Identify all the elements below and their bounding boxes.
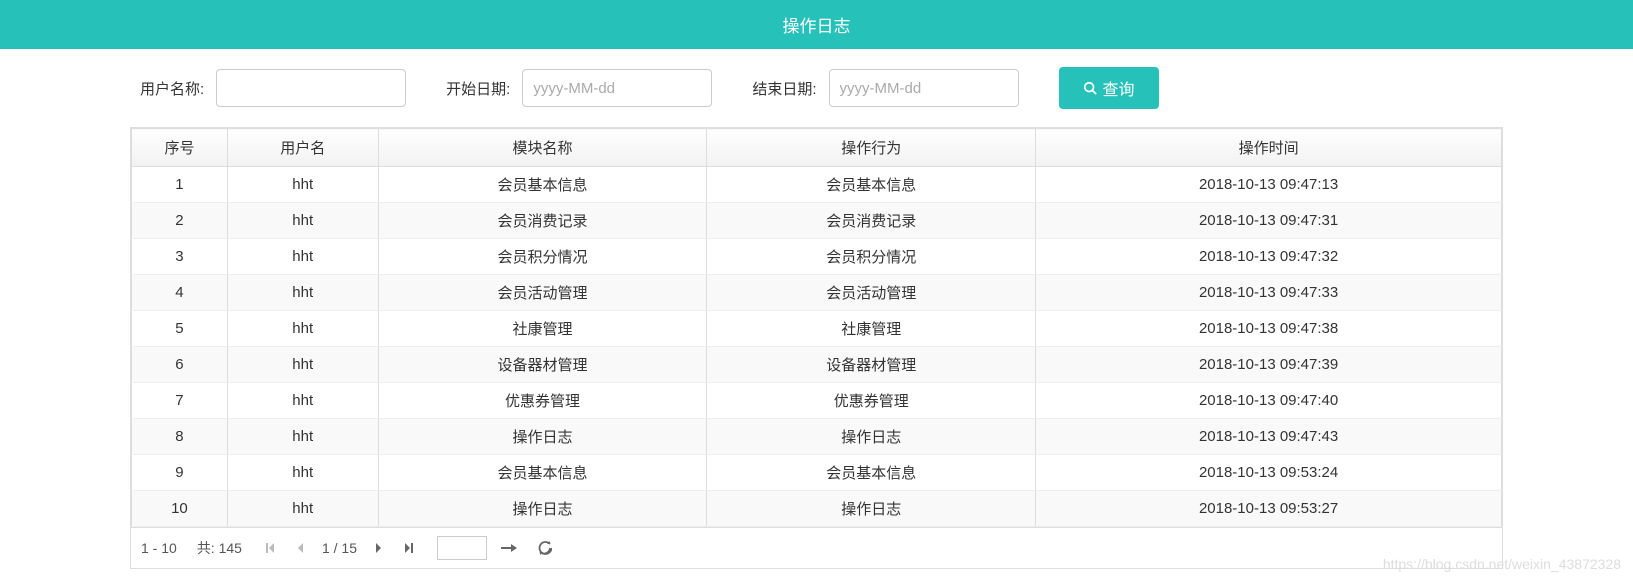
table-row: 1hht会员基本信息会员基本信息2018-10-13 09:47:13 [132, 167, 1502, 203]
cell-seq: 3 [132, 239, 228, 275]
cell-seq: 5 [132, 311, 228, 347]
pager-nav-group: 1 / 15 [262, 540, 417, 556]
cell-time: 2018-10-13 09:47:31 [1036, 203, 1502, 239]
cell-user: hht [227, 383, 378, 419]
search-button[interactable]: 查询 [1059, 67, 1159, 109]
cell-user: hht [227, 419, 378, 455]
cell-time: 2018-10-13 09:47:33 [1036, 275, 1502, 311]
cell-time: 2018-10-13 09:47:32 [1036, 239, 1502, 275]
cell-user: hht [227, 203, 378, 239]
pager: 1 - 10 共: 145 1 / 15 [131, 527, 1502, 568]
cell-action: 设备器材管理 [707, 347, 1036, 383]
username-input[interactable] [216, 69, 406, 107]
cell-module: 会员基本信息 [378, 455, 707, 491]
cell-module: 操作日志 [378, 491, 707, 527]
pager-total: 共: 145 [197, 538, 242, 558]
cell-seq: 7 [132, 383, 228, 419]
pager-next-icon[interactable] [371, 540, 387, 556]
cell-user: hht [227, 311, 378, 347]
end-date-label: 结束日期: [752, 78, 816, 99]
table-row: 10hht操作日志操作日志2018-10-13 09:53:27 [132, 491, 1502, 527]
page-title: 操作日志 [783, 17, 851, 36]
cell-seq: 1 [132, 167, 228, 203]
pager-page-info: 1 / 15 [322, 540, 357, 556]
pager-goto-input[interactable] [437, 536, 487, 560]
cell-time: 2018-10-13 09:47:40 [1036, 383, 1502, 419]
cell-seq: 2 [132, 203, 228, 239]
cell-seq: 8 [132, 419, 228, 455]
table-row: 6hht设备器材管理设备器材管理2018-10-13 09:47:39 [132, 347, 1502, 383]
table-row: 7hht优惠券管理优惠券管理2018-10-13 09:47:40 [132, 383, 1502, 419]
cell-module: 设备器材管理 [378, 347, 707, 383]
cell-user: hht [227, 167, 378, 203]
cell-module: 社康管理 [378, 311, 707, 347]
cell-time: 2018-10-13 09:53:27 [1036, 491, 1502, 527]
page-header: 操作日志 [0, 0, 1633, 49]
cell-time: 2018-10-13 09:47:38 [1036, 311, 1502, 347]
pager-goto-group [437, 536, 517, 560]
log-table-wrap: 序号 用户名 模块名称 操作行为 操作时间 1hht会员基本信息会员基本信息20… [130, 127, 1503, 569]
cell-user: hht [227, 455, 378, 491]
start-date-label: 开始日期: [446, 78, 510, 99]
cell-seq: 4 [132, 275, 228, 311]
cell-module: 会员活动管理 [378, 275, 707, 311]
end-date-group: 结束日期: [752, 69, 1018, 107]
cell-action: 操作日志 [707, 419, 1036, 455]
table-row: 5hht社康管理社康管理2018-10-13 09:47:38 [132, 311, 1502, 347]
cell-seq: 10 [132, 491, 228, 527]
pager-prev-icon[interactable] [292, 540, 308, 556]
pager-refresh-icon[interactable] [537, 540, 553, 556]
search-button-label: 查询 [1103, 76, 1135, 100]
start-date-group: 开始日期: [446, 69, 712, 107]
cell-seq: 9 [132, 455, 228, 491]
cell-seq: 6 [132, 347, 228, 383]
end-date-input[interactable] [829, 69, 1019, 107]
cell-module: 优惠券管理 [378, 383, 707, 419]
table-row: 4hht会员活动管理会员活动管理2018-10-13 09:47:33 [132, 275, 1502, 311]
cell-action: 会员活动管理 [707, 275, 1036, 311]
cell-time: 2018-10-13 09:47:13 [1036, 167, 1502, 203]
cell-user: hht [227, 491, 378, 527]
pager-last-icon[interactable] [401, 540, 417, 556]
cell-module: 会员基本信息 [378, 167, 707, 203]
cell-user: hht [227, 239, 378, 275]
cell-time: 2018-10-13 09:53:24 [1036, 455, 1502, 491]
cell-time: 2018-10-13 09:47:39 [1036, 347, 1502, 383]
cell-action: 社康管理 [707, 311, 1036, 347]
cell-user: hht [227, 275, 378, 311]
th-module: 模块名称 [378, 129, 707, 167]
th-user: 用户名 [227, 129, 378, 167]
username-label: 用户名称: [140, 78, 204, 99]
table-row: 9hht会员基本信息会员基本信息2018-10-13 09:53:24 [132, 455, 1502, 491]
log-table: 序号 用户名 模块名称 操作行为 操作时间 1hht会员基本信息会员基本信息20… [131, 128, 1502, 527]
th-seq: 序号 [132, 129, 228, 167]
cell-action: 优惠券管理 [707, 383, 1036, 419]
search-icon [1083, 81, 1097, 95]
search-bar: 用户名称: 开始日期: 结束日期: 查询 [0, 49, 1633, 127]
th-time: 操作时间 [1036, 129, 1502, 167]
cell-module: 会员消费记录 [378, 203, 707, 239]
cell-action: 会员基本信息 [707, 167, 1036, 203]
cell-module: 会员积分情况 [378, 239, 707, 275]
table-row: 8hht操作日志操作日志2018-10-13 09:47:43 [132, 419, 1502, 455]
watermark: https://blog.csdn.net/weixin_43872328 [1383, 556, 1621, 572]
cell-action: 会员积分情况 [707, 239, 1036, 275]
cell-action: 会员基本信息 [707, 455, 1036, 491]
pager-goto-icon[interactable] [501, 540, 517, 556]
table-row: 2hht会员消费记录会员消费记录2018-10-13 09:47:31 [132, 203, 1502, 239]
cell-module: 操作日志 [378, 419, 707, 455]
table-row: 3hht会员积分情况会员积分情况2018-10-13 09:47:32 [132, 239, 1502, 275]
pager-range: 1 - 10 [141, 540, 177, 556]
th-action: 操作行为 [707, 129, 1036, 167]
table-header-row: 序号 用户名 模块名称 操作行为 操作时间 [132, 129, 1502, 167]
cell-user: hht [227, 347, 378, 383]
start-date-input[interactable] [522, 69, 712, 107]
username-group: 用户名称: [140, 69, 406, 107]
cell-time: 2018-10-13 09:47:43 [1036, 419, 1502, 455]
pager-first-icon[interactable] [262, 540, 278, 556]
cell-action: 会员消费记录 [707, 203, 1036, 239]
cell-action: 操作日志 [707, 491, 1036, 527]
